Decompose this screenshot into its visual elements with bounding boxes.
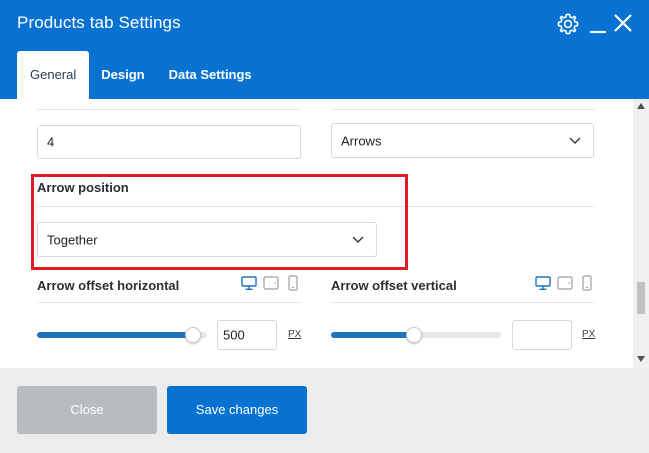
mobile-icon[interactable] <box>581 275 593 291</box>
navigation-select[interactable]: Arrows <box>331 123 594 158</box>
slider-fill <box>37 332 193 338</box>
desktop-icon[interactable] <box>535 275 551 291</box>
offset-horizontal-label: Arrow offset horizontal <box>37 278 180 293</box>
tab-general[interactable]: General <box>17 51 90 99</box>
chevron-down-icon <box>569 137 581 144</box>
slider-thumb[interactable] <box>406 327 422 343</box>
desktop-icon[interactable] <box>241 275 257 291</box>
tablet-icon[interactable] <box>557 275 573 291</box>
divider <box>331 109 595 110</box>
offset-horizontal-value: 500 <box>223 327 245 343</box>
mobile-icon[interactable] <box>287 275 299 291</box>
divider <box>37 109 301 110</box>
offset-vertical-label: Arrow offset vertical <box>331 278 457 293</box>
scroll-thumb[interactable] <box>637 282 645 314</box>
tab-bar: General Design Data Settings <box>17 51 264 99</box>
close-icon[interactable] <box>612 12 634 34</box>
offset-horizontal-input[interactable]: 500 <box>217 320 277 350</box>
number-input[interactable]: 4 <box>37 125 301 159</box>
divider <box>331 302 595 303</box>
scroll-down-icon[interactable] <box>637 356 645 362</box>
dialog-header: Products tab Settings General Design Dat… <box>0 0 649 99</box>
divider <box>37 302 301 303</box>
scroll-up-icon[interactable] <box>637 103 645 109</box>
settings-content: 4 Arrows Arrow position Together Arrow o… <box>0 99 633 368</box>
highlight-box <box>31 174 408 270</box>
navigation-select-value: Arrows <box>341 133 382 148</box>
tab-data-settings[interactable]: Data Settings <box>157 51 264 99</box>
tab-design[interactable]: Design <box>89 51 156 99</box>
close-button[interactable]: Close <box>17 386 157 434</box>
number-input-value: 4 <box>47 134 55 150</box>
scrollbar[interactable] <box>633 99 649 368</box>
offset-vertical-slider[interactable] <box>331 327 501 343</box>
dialog-title: Products tab Settings <box>17 13 181 32</box>
tablet-icon[interactable] <box>263 275 279 291</box>
minimize-icon[interactable] <box>588 13 608 35</box>
save-changes-button[interactable]: Save changes <box>167 386 307 434</box>
offset-vertical-input[interactable] <box>512 320 572 350</box>
gear-icon[interactable] <box>556 12 580 36</box>
slider-thumb[interactable] <box>185 327 201 343</box>
dialog-footer: Close Save changes <box>0 368 649 453</box>
settings-dialog: Products tab Settings General Design Dat… <box>0 0 649 453</box>
unit-toggle[interactable]: PX <box>582 329 595 340</box>
slider-fill <box>331 332 414 338</box>
offset-horizontal-slider[interactable] <box>37 327 207 343</box>
unit-toggle[interactable]: PX <box>288 329 301 340</box>
